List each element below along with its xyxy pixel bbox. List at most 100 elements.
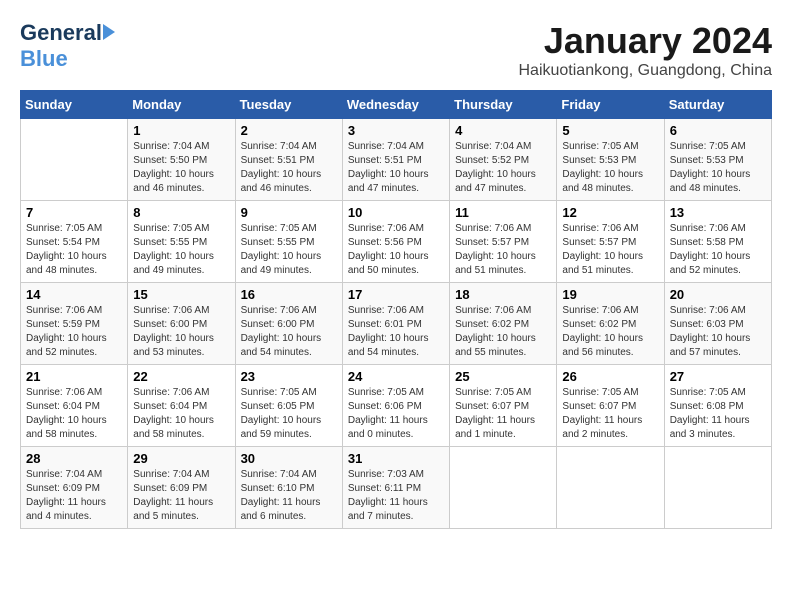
day-number: 9 — [241, 205, 337, 220]
day-cell: 6 Sunrise: 7:05 AMSunset: 5:53 PMDayligh… — [664, 119, 771, 201]
day-number: 28 — [26, 451, 122, 466]
day-cell: 14 Sunrise: 7:06 AMSunset: 5:59 PMDaylig… — [21, 283, 128, 365]
col-header-sunday: Sunday — [21, 91, 128, 119]
day-info: Sunrise: 7:05 AMSunset: 6:07 PMDaylight:… — [562, 386, 658, 442]
day-number: 4 — [455, 123, 551, 138]
day-number: 23 — [241, 369, 337, 384]
day-number: 7 — [26, 205, 122, 220]
day-cell: 23 Sunrise: 7:05 AMSunset: 6:05 PMDaylig… — [235, 365, 342, 447]
day-number: 20 — [670, 287, 766, 302]
day-info: Sunrise: 7:06 AMSunset: 6:02 PMDaylight:… — [455, 304, 551, 360]
day-cell: 16 Sunrise: 7:06 AMSunset: 6:00 PMDaylig… — [235, 283, 342, 365]
day-cell: 2 Sunrise: 7:04 AMSunset: 5:51 PMDayligh… — [235, 119, 342, 201]
day-info: Sunrise: 7:05 AMSunset: 6:07 PMDaylight:… — [455, 386, 551, 442]
day-info: Sunrise: 7:05 AMSunset: 5:53 PMDaylight:… — [562, 140, 658, 196]
day-number: 14 — [26, 287, 122, 302]
day-info: Sunrise: 7:06 AMSunset: 6:02 PMDaylight:… — [562, 304, 658, 360]
day-number: 12 — [562, 205, 658, 220]
day-info: Sunrise: 7:05 AMSunset: 5:55 PMDaylight:… — [133, 222, 229, 278]
logo-text: General — [20, 20, 115, 46]
day-info: Sunrise: 7:05 AMSunset: 6:05 PMDaylight:… — [241, 386, 337, 442]
day-info: Sunrise: 7:04 AMSunset: 5:51 PMDaylight:… — [348, 140, 444, 196]
day-number: 26 — [562, 369, 658, 384]
col-header-saturday: Saturday — [664, 91, 771, 119]
day-info: Sunrise: 7:05 AMSunset: 5:54 PMDaylight:… — [26, 222, 122, 278]
day-number: 30 — [241, 451, 337, 466]
day-cell: 29 Sunrise: 7:04 AMSunset: 6:09 PMDaylig… — [128, 447, 235, 529]
day-info: Sunrise: 7:06 AMSunset: 5:57 PMDaylight:… — [562, 222, 658, 278]
header-row: SundayMondayTuesdayWednesdayThursdayFrid… — [21, 91, 772, 119]
day-info: Sunrise: 7:04 AMSunset: 5:50 PMDaylight:… — [133, 140, 229, 196]
title-block: January 2024 Haikuotiankong, Guangdong, … — [518, 20, 772, 80]
day-cell: 30 Sunrise: 7:04 AMSunset: 6:10 PMDaylig… — [235, 447, 342, 529]
day-info: Sunrise: 7:06 AMSunset: 6:01 PMDaylight:… — [348, 304, 444, 360]
col-header-thursday: Thursday — [450, 91, 557, 119]
day-cell: 25 Sunrise: 7:05 AMSunset: 6:07 PMDaylig… — [450, 365, 557, 447]
day-cell: 31 Sunrise: 7:03 AMSunset: 6:11 PMDaylig… — [342, 447, 449, 529]
page-header: General Blue January 2024 Haikuotiankong… — [20, 20, 772, 80]
day-info: Sunrise: 7:03 AMSunset: 6:11 PMDaylight:… — [348, 468, 444, 524]
day-number: 19 — [562, 287, 658, 302]
day-cell: 21 Sunrise: 7:06 AMSunset: 6:04 PMDaylig… — [21, 365, 128, 447]
day-number: 1 — [133, 123, 229, 138]
day-cell: 9 Sunrise: 7:05 AMSunset: 5:55 PMDayligh… — [235, 201, 342, 283]
day-number: 3 — [348, 123, 444, 138]
day-info: Sunrise: 7:06 AMSunset: 5:56 PMDaylight:… — [348, 222, 444, 278]
day-info: Sunrise: 7:05 AMSunset: 5:53 PMDaylight:… — [670, 140, 766, 196]
day-cell: 10 Sunrise: 7:06 AMSunset: 5:56 PMDaylig… — [342, 201, 449, 283]
day-cell: 19 Sunrise: 7:06 AMSunset: 6:02 PMDaylig… — [557, 283, 664, 365]
day-number: 13 — [670, 205, 766, 220]
week-row-4: 21 Sunrise: 7:06 AMSunset: 6:04 PMDaylig… — [21, 365, 772, 447]
day-number: 25 — [455, 369, 551, 384]
day-info: Sunrise: 7:04 AMSunset: 6:09 PMDaylight:… — [133, 468, 229, 524]
logo-subtext: Blue — [20, 46, 68, 72]
day-info: Sunrise: 7:06 AMSunset: 5:59 PMDaylight:… — [26, 304, 122, 360]
day-info: Sunrise: 7:06 AMSunset: 5:57 PMDaylight:… — [455, 222, 551, 278]
day-cell: 24 Sunrise: 7:05 AMSunset: 6:06 PMDaylig… — [342, 365, 449, 447]
day-info: Sunrise: 7:06 AMSunset: 6:00 PMDaylight:… — [133, 304, 229, 360]
day-cell: 4 Sunrise: 7:04 AMSunset: 5:52 PMDayligh… — [450, 119, 557, 201]
day-number: 24 — [348, 369, 444, 384]
day-cell: 22 Sunrise: 7:06 AMSunset: 6:04 PMDaylig… — [128, 365, 235, 447]
day-cell: 8 Sunrise: 7:05 AMSunset: 5:55 PMDayligh… — [128, 201, 235, 283]
day-number: 5 — [562, 123, 658, 138]
day-info: Sunrise: 7:04 AMSunset: 5:52 PMDaylight:… — [455, 140, 551, 196]
day-number: 27 — [670, 369, 766, 384]
day-cell: 7 Sunrise: 7:05 AMSunset: 5:54 PMDayligh… — [21, 201, 128, 283]
day-number: 6 — [670, 123, 766, 138]
day-cell: 20 Sunrise: 7:06 AMSunset: 6:03 PMDaylig… — [664, 283, 771, 365]
day-cell: 11 Sunrise: 7:06 AMSunset: 5:57 PMDaylig… — [450, 201, 557, 283]
day-info: Sunrise: 7:05 AMSunset: 6:06 PMDaylight:… — [348, 386, 444, 442]
day-info: Sunrise: 7:06 AMSunset: 6:00 PMDaylight:… — [241, 304, 337, 360]
location: Haikuotiankong, Guangdong, China — [518, 62, 772, 80]
week-row-5: 28 Sunrise: 7:04 AMSunset: 6:09 PMDaylig… — [21, 447, 772, 529]
day-cell: 12 Sunrise: 7:06 AMSunset: 5:57 PMDaylig… — [557, 201, 664, 283]
day-cell: 27 Sunrise: 7:05 AMSunset: 6:08 PMDaylig… — [664, 365, 771, 447]
day-number: 2 — [241, 123, 337, 138]
day-info: Sunrise: 7:06 AMSunset: 6:04 PMDaylight:… — [133, 386, 229, 442]
day-number: 21 — [26, 369, 122, 384]
day-cell — [557, 447, 664, 529]
day-cell: 1 Sunrise: 7:04 AMSunset: 5:50 PMDayligh… — [128, 119, 235, 201]
week-row-2: 7 Sunrise: 7:05 AMSunset: 5:54 PMDayligh… — [21, 201, 772, 283]
day-cell — [664, 447, 771, 529]
day-number: 15 — [133, 287, 229, 302]
day-cell — [21, 119, 128, 201]
day-cell: 5 Sunrise: 7:05 AMSunset: 5:53 PMDayligh… — [557, 119, 664, 201]
month-year: January 2024 — [518, 20, 772, 62]
day-cell: 15 Sunrise: 7:06 AMSunset: 6:00 PMDaylig… — [128, 283, 235, 365]
day-cell: 3 Sunrise: 7:04 AMSunset: 5:51 PMDayligh… — [342, 119, 449, 201]
day-info: Sunrise: 7:06 AMSunset: 6:03 PMDaylight:… — [670, 304, 766, 360]
day-cell: 26 Sunrise: 7:05 AMSunset: 6:07 PMDaylig… — [557, 365, 664, 447]
day-info: Sunrise: 7:04 AMSunset: 6:09 PMDaylight:… — [26, 468, 122, 524]
day-info: Sunrise: 7:04 AMSunset: 6:10 PMDaylight:… — [241, 468, 337, 524]
day-info: Sunrise: 7:05 AMSunset: 6:08 PMDaylight:… — [670, 386, 766, 442]
day-number: 17 — [348, 287, 444, 302]
day-info: Sunrise: 7:06 AMSunset: 6:04 PMDaylight:… — [26, 386, 122, 442]
day-number: 18 — [455, 287, 551, 302]
day-cell: 18 Sunrise: 7:06 AMSunset: 6:02 PMDaylig… — [450, 283, 557, 365]
day-number: 11 — [455, 205, 551, 220]
day-number: 31 — [348, 451, 444, 466]
logo: General Blue — [20, 20, 115, 72]
day-number: 10 — [348, 205, 444, 220]
